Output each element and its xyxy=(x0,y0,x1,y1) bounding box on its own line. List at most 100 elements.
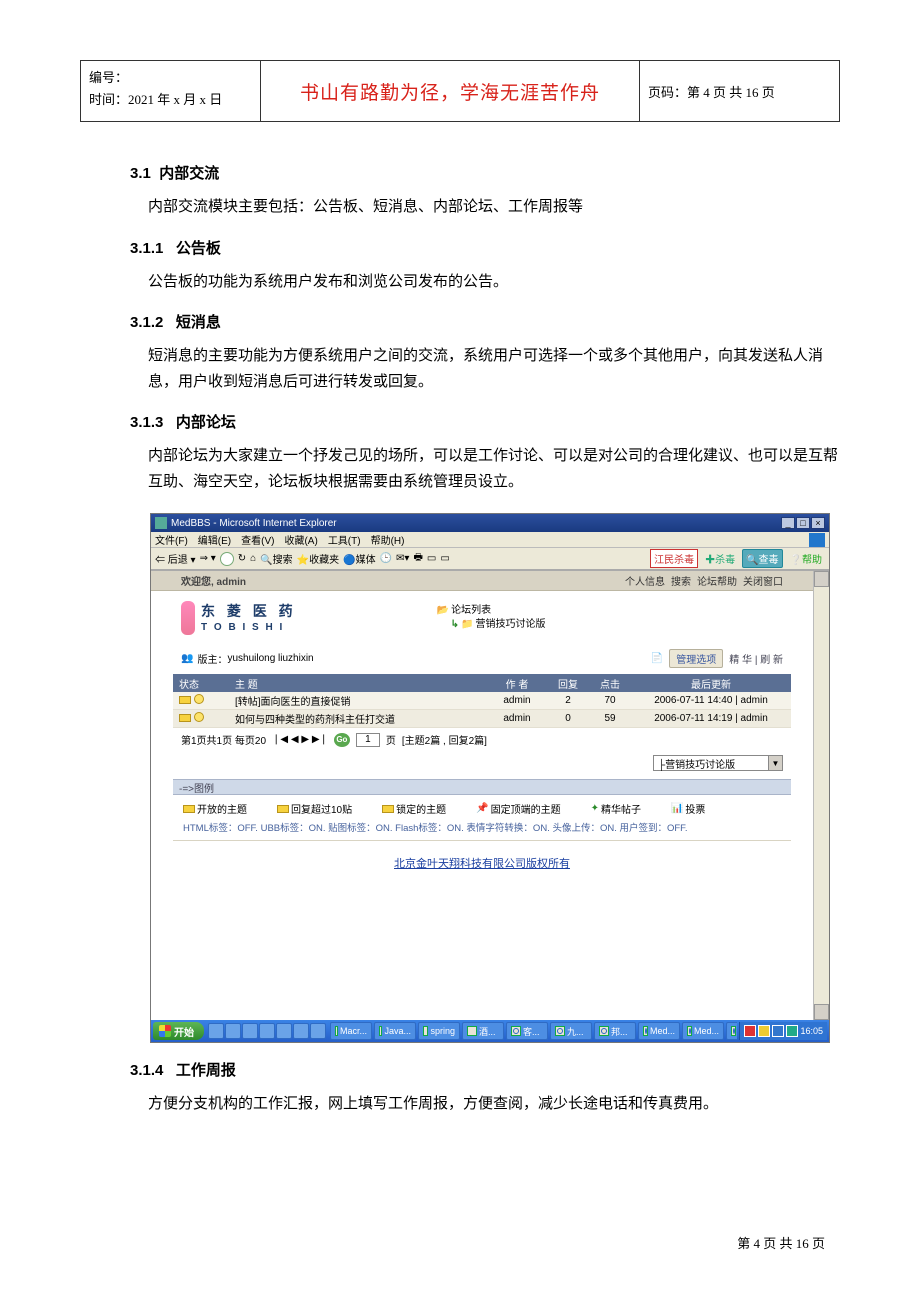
taskbar-item[interactable]: Java... xyxy=(374,1022,416,1040)
breadcrumb-board[interactable]: 营销技巧讨论版 xyxy=(476,618,546,632)
taskbar-item[interactable]: Macr... xyxy=(330,1022,372,1040)
th-last: 最后更新 xyxy=(631,676,791,691)
body-3-1-2: 短消息的主要功能为方便系统用户之间的交流，系统用户可选择一个或多个其他用户，向其… xyxy=(130,344,840,395)
app-toolbar: ⇐ 后退 ▾ ⇒ ▾ ↻ ⌂ 🔍搜索 ⭐收藏夹 🔵媒体 🕒 ✉▾ 🖶 ▭ ▭ 江… xyxy=(151,548,829,570)
forward-button[interactable]: ⇒ ▾ xyxy=(200,553,216,564)
close-button[interactable]: × xyxy=(811,517,825,529)
folder-icon: 📂 xyxy=(437,604,449,618)
browser-viewport: 欢迎您, admin 个人信息 搜索 论坛帮助 关闭窗口 东 菱 医 药 T O… xyxy=(151,570,829,1020)
smile-icon xyxy=(194,712,204,722)
menu-help[interactable]: 帮助(H) xyxy=(371,532,405,547)
thread-table: 状态 主 题 作 者 回复 点击 最后更新 [转帖]面向医生的直接促销 admi… xyxy=(173,674,791,728)
taskbar-item[interactable]: 邦... xyxy=(594,1022,636,1040)
taskbar-item[interactable]: Med... xyxy=(682,1022,724,1040)
tray-icon[interactable] xyxy=(786,1025,798,1037)
back-button[interactable]: ⇐ 后退 ▾ xyxy=(155,551,196,566)
pager-page-input[interactable] xyxy=(356,733,380,747)
start-button[interactable]: 开始 xyxy=(153,1022,204,1040)
menu-favorites[interactable]: 收藏(A) xyxy=(284,532,317,547)
menu-tools[interactable]: 工具(T) xyxy=(328,532,361,547)
edit-icon[interactable]: ▭ xyxy=(427,553,436,564)
row-author: admin xyxy=(487,695,547,706)
taskbar-item[interactable]: spring xyxy=(418,1022,460,1040)
th-status: 状态 xyxy=(173,676,229,691)
row-subject[interactable]: 如何与四种类型的药剂科主任打交道 xyxy=(229,711,487,726)
toolbar-help-button[interactable]: ❔帮助 xyxy=(787,550,825,567)
scan-virus-button[interactable]: 🔍查毒 xyxy=(742,549,782,568)
close-window-link[interactable]: 关闭窗口 xyxy=(743,573,783,588)
task-app-icon xyxy=(379,1026,382,1036)
ql-icon[interactable] xyxy=(242,1023,258,1039)
taskbar-item[interactable]: 客... xyxy=(506,1022,548,1040)
menu-edit[interactable]: 编辑(E) xyxy=(198,532,231,547)
pager-go-button[interactable]: Go xyxy=(334,733,350,747)
minimize-button[interactable]: _ xyxy=(781,517,795,529)
refresh-icon[interactable]: ↻ xyxy=(238,553,246,564)
mail-icon[interactable]: ✉▾ xyxy=(396,553,409,564)
discuss-icon[interactable]: ▭ xyxy=(440,553,449,564)
row-subject[interactable]: [转帖]面向医生的直接促销 xyxy=(229,693,487,708)
stop-icon[interactable] xyxy=(220,552,234,566)
tray-icon[interactable] xyxy=(772,1025,784,1037)
th-author: 作 者 xyxy=(487,676,547,691)
taskbar-item[interactable]: Med... xyxy=(638,1022,680,1040)
table-row[interactable]: 如何与四种类型的药剂科主任打交道 admin 0 59 2006-07-11 1… xyxy=(173,710,791,728)
search-button[interactable]: 🔍搜索 xyxy=(260,551,292,566)
window-titlebar: MedBBS - Microsoft Internet Explorer _ □… xyxy=(151,514,829,532)
print-icon[interactable]: 🖶 xyxy=(413,550,422,567)
copyright-link[interactable]: 北京金叶天翔科技有限公司版权所有 xyxy=(394,858,570,870)
ql-icon[interactable] xyxy=(276,1023,292,1039)
row-last: 2006-07-11 14:19 | admin xyxy=(631,713,791,724)
search-link[interactable]: 搜索 xyxy=(671,573,691,588)
board-select-row: ├营销技巧讨论版 ▼ xyxy=(151,751,813,775)
kill-virus-button[interactable]: ✚杀毒 xyxy=(702,550,738,567)
ql-icon[interactable] xyxy=(310,1023,326,1039)
ql-icon[interactable] xyxy=(225,1023,241,1039)
task-app-icon xyxy=(423,1026,428,1036)
scroll-up-icon[interactable] xyxy=(814,571,829,587)
taskbar-item[interactable]: Med... xyxy=(726,1022,737,1040)
body-3-1-1: 公告板的功能为系统用户发布和浏览公司发布的公告。 xyxy=(130,270,840,296)
heading-3-1-3: 3.1.3 内部论坛 xyxy=(130,411,840,432)
ql-icon[interactable] xyxy=(293,1023,309,1039)
taskbar-item[interactable]: 酒... xyxy=(462,1022,504,1040)
task-app-icon xyxy=(335,1026,338,1036)
refresh-elite-links[interactable]: 精 华 | 刷 新 xyxy=(729,651,783,666)
breadcrumb-root[interactable]: 论坛列表 xyxy=(451,604,491,618)
pager-info: 第1页共1页 每页20 xyxy=(181,732,266,747)
ql-icon[interactable] xyxy=(259,1023,275,1039)
board-dropdown[interactable]: ├营销技巧讨论版 ▼ xyxy=(653,755,783,771)
moderator-label: 版主： xyxy=(197,651,227,666)
scroll-down-icon[interactable] xyxy=(814,1004,829,1020)
quick-launch xyxy=(208,1023,326,1039)
history-icon[interactable]: 🕒 xyxy=(380,553,392,564)
tray-icon[interactable] xyxy=(758,1025,770,1037)
pager-nav-buttons[interactable]: ❘◀ ◀ ▶ ▶❘ xyxy=(272,734,328,745)
smile-icon xyxy=(194,694,204,704)
vote-icon: 📊 xyxy=(671,803,683,814)
maximize-button[interactable]: □ xyxy=(796,517,810,529)
envelope-icon xyxy=(179,714,191,722)
legend-hot: 回复超过10贴 xyxy=(291,801,352,816)
heading-3-1: 3.1 内部交流 xyxy=(130,162,840,183)
heading-3-1-1: 3.1.1 公告板 xyxy=(130,237,840,258)
app-icon xyxy=(155,517,167,529)
menu-view[interactable]: 查看(V) xyxy=(241,532,274,547)
tray-clock: 16:05 xyxy=(800,1026,823,1036)
menu-file[interactable]: 文件(F) xyxy=(155,532,188,547)
doc-id-line: 编号： xyxy=(89,67,252,89)
table-row[interactable]: [转帖]面向医生的直接促销 admin 2 70 2006-07-11 14:4… xyxy=(173,692,791,710)
favorites-button[interactable]: ⭐收藏夹 xyxy=(297,551,339,566)
ql-icon[interactable] xyxy=(208,1023,224,1039)
tray-icon[interactable] xyxy=(744,1025,756,1037)
media-button[interactable]: 🔵媒体 xyxy=(343,551,375,566)
home-icon[interactable]: ⌂ xyxy=(250,553,256,564)
manage-options-button[interactable]: 管理选项 xyxy=(669,649,723,668)
legend-elite: 精华帖子 xyxy=(601,801,641,816)
profile-link[interactable]: 个人信息 xyxy=(625,573,665,588)
forum-help-link[interactable]: 论坛帮助 xyxy=(697,573,737,588)
antivirus-label[interactable]: 江民杀毒 xyxy=(650,549,698,568)
vertical-scrollbar[interactable] xyxy=(813,571,829,1020)
document-page: 编号： 时间：2021 年 x 月 x 日 书山有路勤为径，学海无涯苦作舟 页码… xyxy=(0,0,920,1302)
taskbar-item[interactable]: 九... xyxy=(550,1022,592,1040)
